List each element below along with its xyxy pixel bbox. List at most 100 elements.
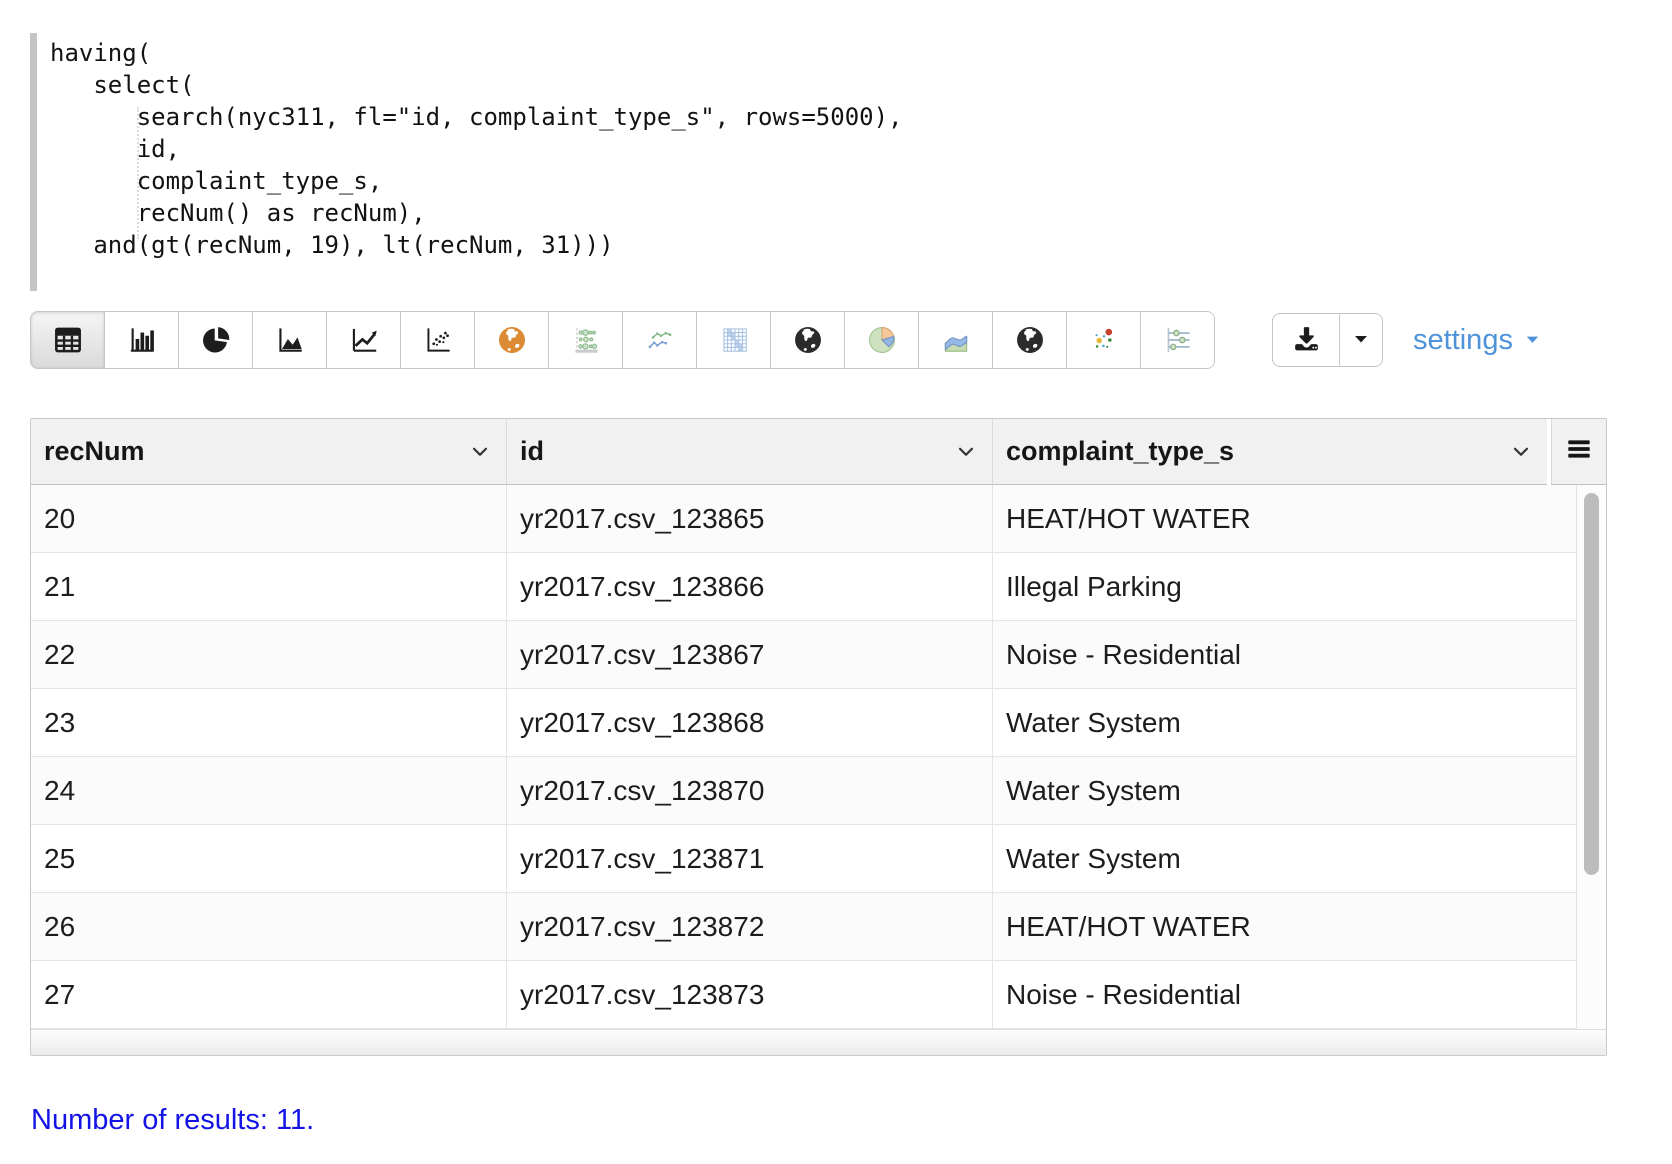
download-button-group	[1272, 313, 1383, 367]
cell-complaint_type_s: HEAT/HOT WATER	[993, 485, 1576, 552]
bubble-matrix-icon	[569, 323, 603, 357]
expression-code[interactable]: having( select( search(nyc311, fl="id, c…	[50, 37, 903, 261]
cell-complaint_type_s: HEAT/HOT WATER	[993, 893, 1576, 960]
table-row[interactable]: 27yr2017.csv_123873Noise - Residential	[31, 961, 1576, 1029]
table-row[interactable]: 25yr2017.csv_123871Water System	[31, 825, 1576, 893]
code-line: complaint_type_s,	[50, 165, 903, 197]
cell-id: yr2017.csv_123866	[507, 553, 993, 620]
settings-label: settings	[1413, 324, 1513, 357]
column-header-label: id	[520, 436, 544, 467]
viz-button-bubble-matrix[interactable]	[548, 311, 623, 369]
area-chart-icon	[273, 323, 307, 357]
column-header-id[interactable]: id	[507, 419, 993, 485]
viz-button-sliders[interactable]	[1140, 311, 1215, 369]
table-footer	[31, 1029, 1606, 1055]
cell-complaint_type_s: Water System	[993, 757, 1576, 824]
query-code-block[interactable]: having( select( search(nyc311, fl="id, c…	[30, 33, 1350, 291]
cell-complaint_type_s: Noise - Residential	[993, 621, 1576, 688]
cell-recNum: 26	[31, 893, 507, 960]
color-scatter-icon	[1087, 323, 1121, 357]
cell-recNum: 25	[31, 825, 507, 892]
pie-chart-icon	[199, 323, 233, 357]
chevron-down-icon[interactable]	[1509, 440, 1533, 464]
sparklines-icon	[643, 323, 677, 357]
table-row[interactable]: 23yr2017.csv_123868Water System	[31, 689, 1576, 757]
chevron-down-icon[interactable]	[954, 440, 978, 464]
table-header: recNum id complaint_type_s	[31, 419, 1606, 485]
code-line: recNum() as recNum),	[50, 197, 903, 229]
heatmap-grid-icon	[717, 323, 751, 357]
viz-button-orange-globe-map[interactable]	[474, 311, 549, 369]
sliders-icon	[1161, 323, 1195, 357]
column-header-label: complaint_type_s	[1006, 436, 1234, 467]
code-line: id,	[50, 133, 903, 165]
download-dropdown-button[interactable]	[1339, 313, 1383, 367]
cell-complaint_type_s: Water System	[993, 825, 1576, 892]
viz-button-bar-chart[interactable]	[104, 311, 179, 369]
dark-globe-2-icon	[1013, 323, 1047, 357]
cell-id: yr2017.csv_123867	[507, 621, 993, 688]
code-line: select(	[50, 69, 903, 101]
column-header-label: recNum	[44, 436, 145, 467]
cell-complaint_type_s: Water System	[993, 689, 1576, 756]
results-count: Number of results: 11.	[31, 1104, 314, 1137]
cell-complaint_type_s: Noise - Residential	[993, 961, 1576, 1028]
table-row[interactable]: 22yr2017.csv_123867Noise - Residential	[31, 621, 1576, 689]
download-icon	[1290, 322, 1323, 358]
dark-globe-icon	[791, 323, 825, 357]
color-area-icon	[939, 323, 973, 357]
caret-down-icon	[1351, 329, 1371, 352]
code-line: having(	[50, 37, 903, 69]
column-header-complaint_type_s[interactable]: complaint_type_s	[993, 419, 1547, 485]
code-line: search(nyc311, fl="id, complaint_type_s"…	[50, 101, 903, 133]
viz-button-color-area[interactable]	[918, 311, 993, 369]
download-button[interactable]	[1272, 313, 1340, 367]
code-gutter-bar	[30, 33, 37, 291]
bar-chart-icon	[125, 323, 159, 357]
color-pie-icon	[865, 323, 899, 357]
table-row[interactable]: 26yr2017.csv_123872HEAT/HOT WATER	[31, 893, 1576, 961]
cell-recNum: 24	[31, 757, 507, 824]
code-line: and(gt(recNum, 19), lt(recNum, 31)))	[50, 229, 903, 261]
viz-button-dark-globe-map[interactable]	[770, 311, 845, 369]
cell-id: yr2017.csv_123870	[507, 757, 993, 824]
results-table: recNumidcomplaint_type_s 20yr2017.csv_12…	[30, 418, 1607, 1056]
columns-menu-button[interactable]	[1551, 419, 1606, 485]
cell-recNum: 22	[31, 621, 507, 688]
viz-button-heatmap-grid[interactable]	[696, 311, 771, 369]
scatter-plot-icon	[421, 323, 455, 357]
viz-button-pie-chart[interactable]	[178, 311, 253, 369]
cell-id: yr2017.csv_123872	[507, 893, 993, 960]
column-header-recNum[interactable]: recNum	[31, 419, 507, 485]
viz-button-scatter-plot[interactable]	[400, 311, 475, 369]
viz-button-area-chart[interactable]	[252, 311, 327, 369]
settings-caret-icon	[1523, 324, 1542, 357]
line-chart-icon	[347, 323, 381, 357]
hamburger-menu-icon	[1564, 434, 1594, 469]
cell-id: yr2017.csv_123868	[507, 689, 993, 756]
viz-button-sparklines[interactable]	[622, 311, 697, 369]
chevron-down-icon[interactable]	[468, 440, 492, 464]
table-row[interactable]: 21yr2017.csv_123866Illegal Parking	[31, 553, 1576, 621]
table-row[interactable]: 24yr2017.csv_123870Water System	[31, 757, 1576, 825]
cell-recNum: 27	[31, 961, 507, 1028]
viz-button-color-pie[interactable]	[844, 311, 919, 369]
cell-id: yr2017.csv_123873	[507, 961, 993, 1028]
cell-complaint_type_s: Illegal Parking	[993, 553, 1576, 620]
viz-button-group	[30, 311, 1215, 369]
viz-button-dark-globe-map-2[interactable]	[992, 311, 1067, 369]
table-scrollbar[interactable]	[1576, 485, 1606, 1029]
cell-recNum: 20	[31, 485, 507, 552]
table-body: 20yr2017.csv_123865HEAT/HOT WATER21yr201…	[31, 485, 1606, 1029]
cell-recNum: 21	[31, 553, 507, 620]
orange-globe-icon	[495, 323, 529, 357]
scrollbar-thumb[interactable]	[1584, 493, 1599, 875]
viz-button-table[interactable]	[30, 311, 105, 369]
cell-id: yr2017.csv_123865	[507, 485, 993, 552]
cell-recNum: 23	[31, 689, 507, 756]
viz-button-color-scatter[interactable]	[1066, 311, 1141, 369]
table-row[interactable]: 20yr2017.csv_123865HEAT/HOT WATER	[31, 485, 1576, 553]
viz-button-line-chart[interactable]	[326, 311, 401, 369]
visualization-toolbar: settings	[0, 311, 1672, 369]
settings-dropdown[interactable]: settings	[1413, 311, 1542, 369]
